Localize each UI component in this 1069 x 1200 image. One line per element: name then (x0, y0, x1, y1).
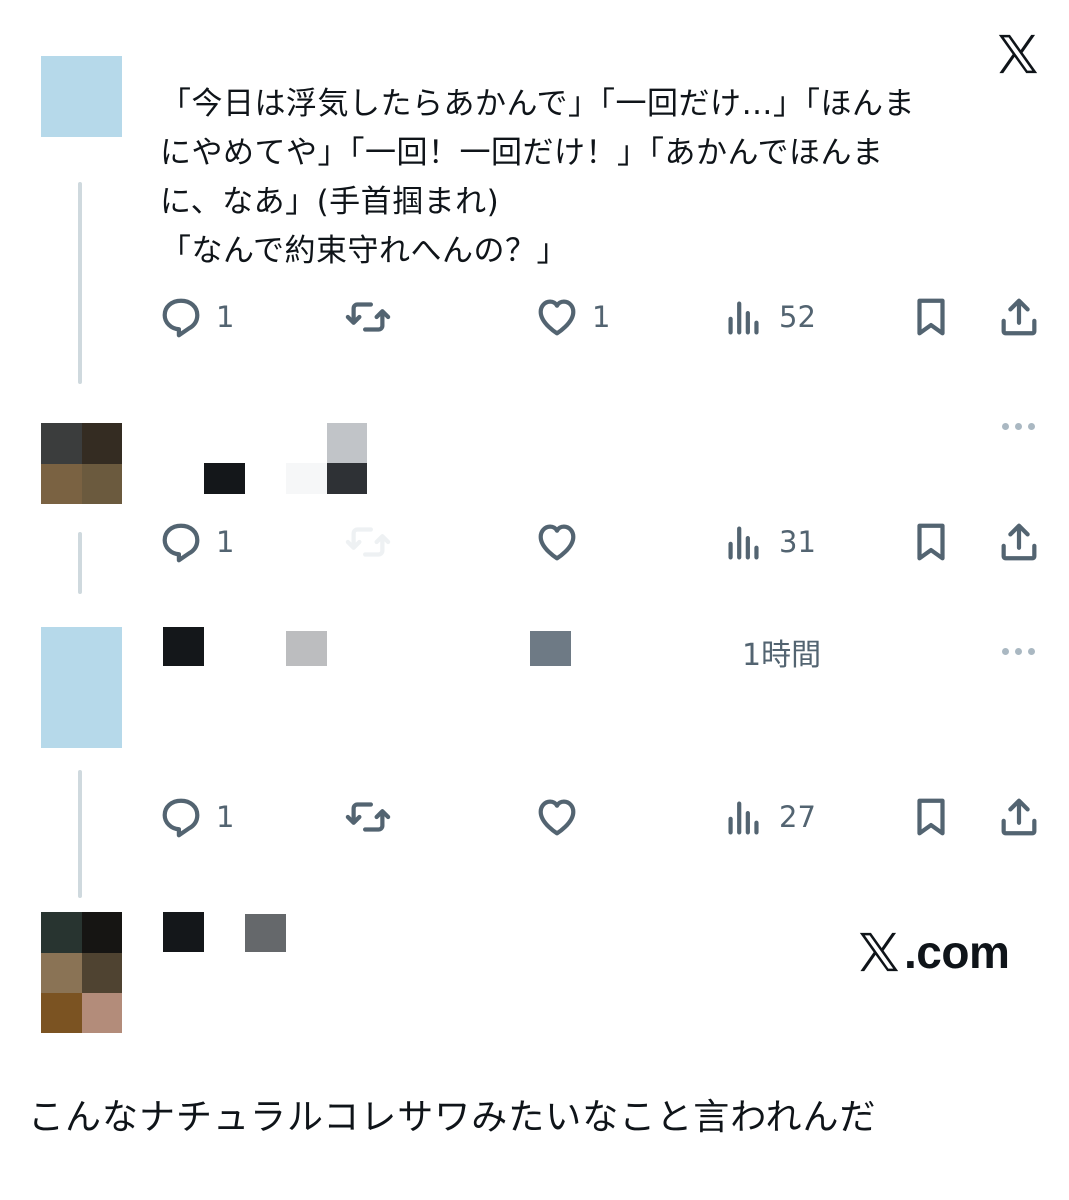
bookmark-button[interactable] (908, 518, 954, 566)
avatar-pixel (41, 993, 82, 1033)
retweet-icon (345, 802, 391, 832)
retweet-icon (345, 302, 391, 332)
reply-count: 1 (216, 800, 235, 834)
tweet-text-line: にやめてや」「一回！一回だけ！」「あかんでほんま (160, 135, 884, 171)
views-chart-icon (728, 801, 759, 835)
more-options-button[interactable] (1002, 648, 1035, 655)
thread-line (78, 770, 82, 898)
views-button[interactable]: 27 (721, 793, 816, 841)
retweet-button[interactable] (345, 793, 391, 841)
like-button[interactable]: 1 (534, 293, 610, 341)
like-button[interactable] (534, 793, 580, 841)
avatar-pixel (82, 993, 122, 1033)
pixel-block (327, 423, 367, 463)
x-com-watermark: .com (856, 925, 1010, 979)
avatar[interactable] (41, 627, 122, 748)
reply-icon (162, 298, 200, 338)
views-count: 31 (779, 525, 816, 559)
retweet-button[interactable] (345, 293, 391, 341)
bookmark-button[interactable] (908, 293, 954, 341)
views-button[interactable]: 52 (721, 293, 816, 341)
pixel-block (286, 463, 327, 494)
share-button[interactable] (996, 518, 1042, 566)
heart-icon (538, 299, 576, 336)
avatar-pixel (41, 464, 82, 504)
tweet-text-line: に、なあ」(手首掴まれ) (160, 184, 500, 220)
watermark-domain: .com (904, 926, 1010, 978)
tweet-text-line: 「なんで約束守れへんの？」 (160, 233, 568, 269)
pixel-block (163, 627, 204, 666)
pixel-block (204, 463, 245, 494)
avatar-pixel (82, 423, 122, 464)
more-options-button[interactable] (1002, 423, 1035, 430)
reply-button[interactable]: 1 (158, 793, 234, 841)
reply-button[interactable]: 1 (158, 518, 234, 566)
tweet-action-bar: 1 27 (158, 793, 1048, 841)
pixel-block (163, 912, 204, 952)
pixel-block (286, 631, 327, 666)
timestamp[interactable]: 1時間 (742, 630, 821, 674)
avatar-pixel (82, 912, 122, 953)
heart-icon (538, 799, 576, 836)
share-button[interactable] (996, 293, 1042, 341)
like-button[interactable] (534, 518, 580, 566)
views-button[interactable]: 31 (721, 518, 816, 566)
views-chart-icon (728, 526, 759, 560)
thread-line (78, 182, 82, 384)
like-count: 1 (592, 300, 611, 334)
reply-button[interactable]: 1 (158, 293, 234, 341)
avatar-pixel (41, 953, 82, 993)
tweet-action-bar: 1 31 (158, 518, 1048, 566)
avatar[interactable] (41, 912, 122, 1033)
reply-count: 1 (216, 300, 235, 334)
share-icon (1001, 798, 1037, 836)
tweet-action-bar: 1 1 52 (158, 293, 1048, 341)
pixel-block (327, 463, 367, 494)
tweet-text-line: 「今日は浮気したらあかんで」「一回だけ…」「ほんま (160, 86, 915, 122)
retweet-button[interactable] (345, 518, 391, 566)
tweet-text: 「今日は浮気したらあかんで」「一回だけ…」「ほんま にやめてや」「一回！一回だけ… (160, 80, 1050, 276)
reply-icon (162, 523, 200, 563)
views-chart-icon (728, 301, 759, 335)
x-logo-icon (859, 932, 899, 972)
share-button[interactable] (996, 793, 1042, 841)
x-logo-icon (998, 34, 1038, 74)
avatar[interactable] (41, 423, 122, 504)
reply-count: 1 (216, 525, 235, 559)
retweet-icon (345, 527, 391, 557)
avatar-pixel (41, 912, 82, 953)
bookmark-icon (917, 298, 945, 336)
heart-icon (538, 524, 576, 561)
avatar-pixel (41, 423, 82, 464)
bookmark-icon (917, 798, 945, 836)
share-icon (1001, 523, 1037, 561)
bookmark-button[interactable] (908, 793, 954, 841)
views-count: 27 (779, 800, 816, 834)
avatar-pixel (82, 953, 122, 993)
avatar[interactable] (41, 56, 122, 137)
views-count: 52 (779, 300, 816, 334)
pixel-block (245, 914, 286, 952)
caption-text: こんなナチュラルコレサワみたいなこと言われんだ (28, 1097, 877, 1138)
share-icon (1001, 298, 1037, 336)
pixel-block (530, 631, 571, 666)
reply-icon (162, 798, 200, 838)
avatar-pixel (82, 464, 122, 504)
bookmark-icon (917, 523, 945, 561)
thread-line (78, 532, 82, 594)
